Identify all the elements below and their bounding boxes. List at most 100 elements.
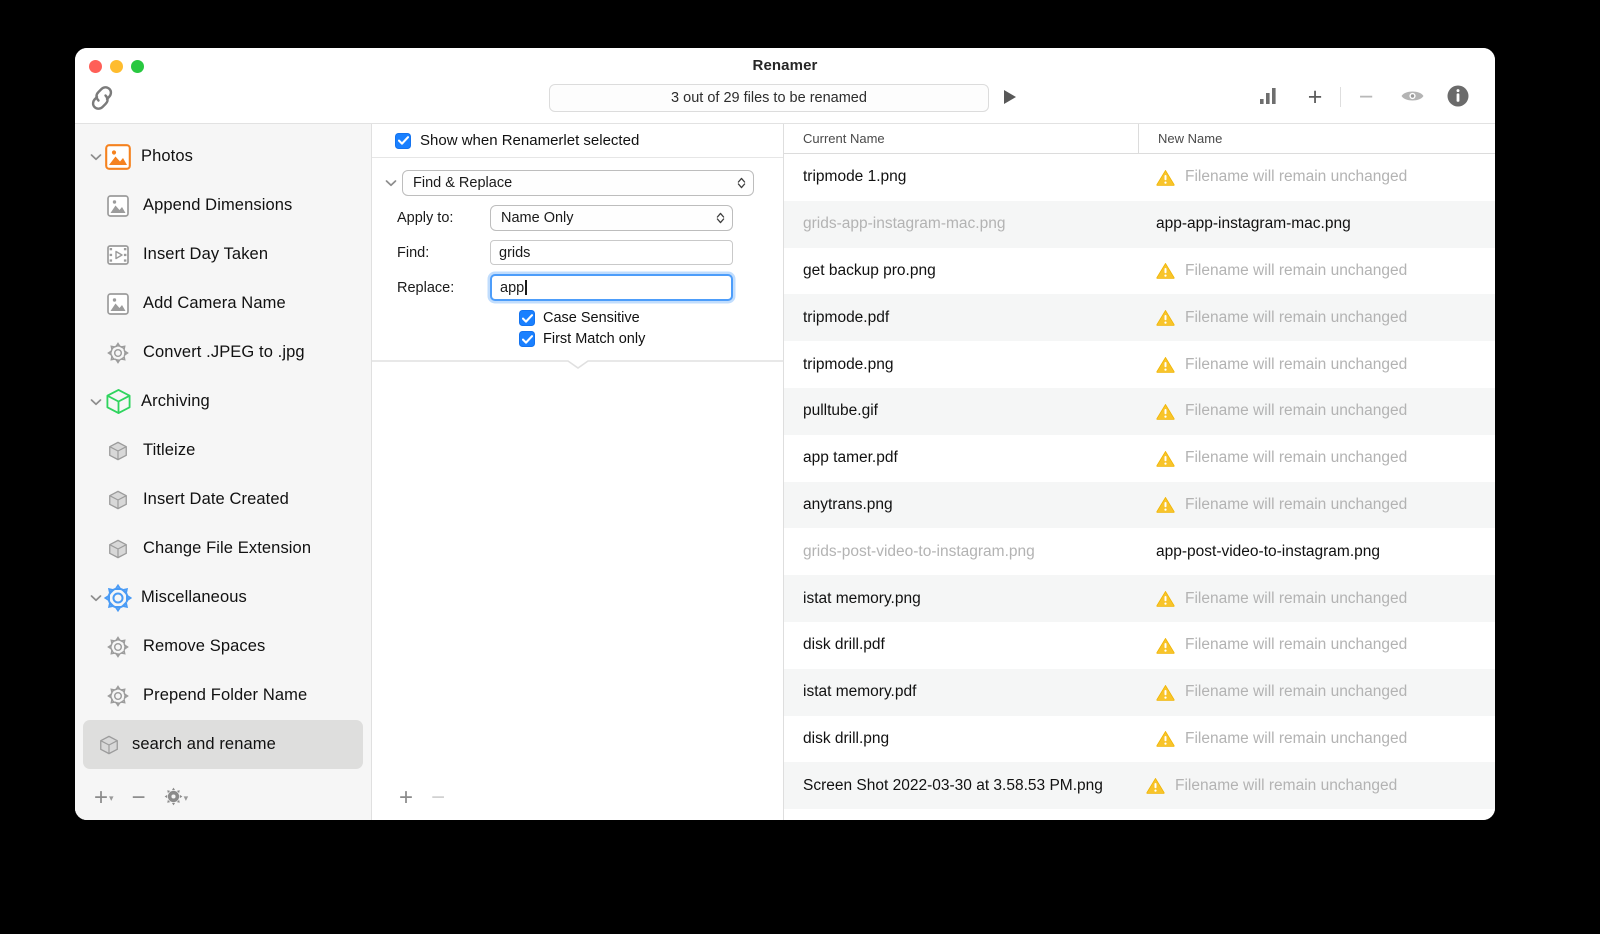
table-row[interactable]: anytrans.png Filename will remain unchan… [784,482,1495,529]
sidebar-item-insert-day-taken[interactable]: Insert Day Taken [83,230,363,279]
column-header-current-name[interactable]: Current Name [784,124,1138,153]
table-row[interactable]: tripmode 1.png Filename will remain unch… [784,154,1495,201]
run-rename-button[interactable] [999,86,1021,110]
first-match-only-checkbox[interactable] [519,331,535,347]
show-when-selected-checkbox[interactable] [395,133,411,149]
replace-value: app [500,280,524,296]
replace-input[interactable]: app [490,274,733,301]
cell-current-name: Screen Shot 2022-03-30 at 3.58.53 PM.png [784,777,1146,795]
desktop-background: Renamer 3 out of 29 files to be renamed [0,0,1600,934]
sidebar-item-titleize[interactable]: Titleize [83,426,363,475]
cell-current-name: grids-app-instagram-mac.png [784,215,1156,233]
case-sensitive-checkbox[interactable] [519,310,535,326]
table-row[interactable]: istat memory.png Filename will remain un… [784,575,1495,622]
info-button[interactable] [1435,82,1481,112]
table-row[interactable]: grids-post-video-to-instagram.png app-po… [784,528,1495,575]
cell-new-name-text: Filename will remain unchanged [1175,777,1397,795]
status-text: 3 out of 29 files to be renamed [671,90,867,106]
cube-gray-icon [104,489,132,511]
photo-gray-icon [104,195,132,217]
chevron-down-icon[interactable] [380,179,402,187]
minus-icon: − [431,786,445,810]
link-icon[interactable] [87,84,117,112]
chevron-down-icon[interactable] [87,594,104,602]
find-input[interactable]: grids [490,240,733,265]
chevron-down-icon[interactable] [87,153,104,161]
toolbar-divider [1340,87,1341,107]
sidebar-group-photos[interactable]: Photos [83,132,363,181]
gear-gray-icon [104,636,132,658]
sidebar-item-label: Insert Date Created [143,490,289,509]
cell-new-name: Filename will remain unchanged [1146,777,1495,795]
show-when-selected-label: Show when Renamerlet selected [420,132,639,149]
cell-new-name-text: Filename will remain unchanged [1185,636,1407,654]
sidebar-item-label: search and rename [132,735,276,754]
gear-gray-icon [104,342,132,364]
cell-new-name: app-post-video-to-instagram.png [1156,543,1495,561]
cell-new-name: Filename will remain unchanged [1156,683,1495,701]
table-row[interactable]: istat memory.pdf Filename will remain un… [784,669,1495,716]
chevron-down-icon[interactable] [87,398,104,406]
cube-gray-icon [95,734,123,756]
sidebar-item-append-dimensions[interactable]: Append Dimensions [83,181,363,230]
table-row[interactable]: Screen Shot 2022-03-30 at 3.58.53 PM.png… [784,762,1495,809]
cell-new-name-text: Filename will remain unchanged [1185,168,1407,186]
cell-current-name: disk drill.pdf [784,636,1156,654]
sidebar-group-archiving[interactable]: Archiving [83,377,363,426]
status-pill[interactable]: 3 out of 29 files to be renamed [549,84,989,112]
statistics-button[interactable] [1246,82,1292,112]
table-row[interactable]: grids-app-instagram-mac.png app-app-inst… [784,201,1495,248]
window-titlebar: Renamer 3 out of 29 files to be renamed [75,48,1495,124]
add-renamerlet-button[interactable]: + [1292,82,1338,112]
sidebar-item-label: Miscellaneous [141,588,247,607]
status-toolbar-group: 3 out of 29 files to be renamed [549,84,1021,112]
renamer-window: Renamer 3 out of 29 files to be renamed [75,48,1495,820]
cell-new-name: Filename will remain unchanged [1156,356,1495,374]
table-row[interactable]: disk drill.pdf Filename will remain unch… [784,622,1495,669]
action-select[interactable]: Find & Replace [402,170,754,196]
sidebar-item-label: Add Camera Name [143,294,286,313]
table-row[interactable]: tripmode.pdf Filename will remain unchan… [784,294,1495,341]
sidebar-item-add-camera-name[interactable]: Add Camera Name [83,279,363,328]
sidebar-group-miscellaneous[interactable]: Miscellaneous [83,573,363,622]
apply-to-select[interactable]: Name Only [490,205,733,231]
column-header-new-name[interactable]: New Name [1138,124,1495,153]
warning-icon [1156,403,1176,420]
cell-new-name-text: Filename will remain unchanged [1185,496,1407,514]
sidebar-item-convert-jpeg[interactable]: Convert .JPEG to .jpg [83,328,363,377]
sidebar-item-prepend-folder-name[interactable]: Prepend Folder Name [83,671,363,720]
cell-new-name-text: Filename will remain unchanged [1185,590,1407,608]
cell-new-name-text: Filename will remain unchanged [1185,402,1407,420]
cell-new-name-text: app-post-video-to-instagram.png [1156,543,1380,561]
cell-current-name: istat memory.png [784,590,1156,608]
remove-renamerlet-button[interactable]: − [1343,82,1389,112]
add-action-button[interactable]: + [390,783,422,813]
apply-to-value: Name Only [501,210,574,226]
sidebar-item-remove-spaces[interactable]: Remove Spaces [83,622,363,671]
add-item-button[interactable]: + ▾ [85,783,123,813]
sidebar-item-search-and-rename[interactable]: search and rename [83,720,363,769]
chevron-down-icon: ▾ [184,793,189,804]
sidebar-item-insert-date-created[interactable]: Insert Date Created [83,475,363,524]
warning-icon [1156,450,1176,467]
table-row[interactable]: app tamer.pdf Filename will remain uncha… [784,435,1495,482]
preview-button[interactable] [1389,82,1435,112]
action-select-row: Find & Replace [372,170,783,196]
remove-action-button[interactable]: − [422,783,454,813]
sidebar-item-label: Insert Day Taken [143,245,268,264]
warning-icon [1156,309,1176,326]
table-row[interactable]: get backup pro.png Filename will remain … [784,248,1495,295]
cell-new-name: Filename will remain unchanged [1156,730,1495,748]
warning-icon [1156,590,1176,607]
cell-new-name-text: Filename will remain unchanged [1185,262,1407,280]
remove-item-button[interactable]: − [123,783,155,813]
warning-icon [1156,262,1176,279]
settings-menu-button[interactable]: ▾ [155,783,198,813]
cell-current-name: grids-post-video-to-instagram.png [784,543,1156,561]
sidebar-item-change-file-extension[interactable]: Change File Extension [83,524,363,573]
table-row[interactable]: pulltube.gif Filename will remain unchan… [784,388,1495,435]
cell-new-name: Filename will remain unchanged [1156,309,1495,327]
cell-new-name: Filename will remain unchanged [1156,168,1495,186]
table-row[interactable]: disk drill.png Filename will remain unch… [784,716,1495,763]
table-row[interactable]: tripmode.png Filename will remain unchan… [784,341,1495,388]
